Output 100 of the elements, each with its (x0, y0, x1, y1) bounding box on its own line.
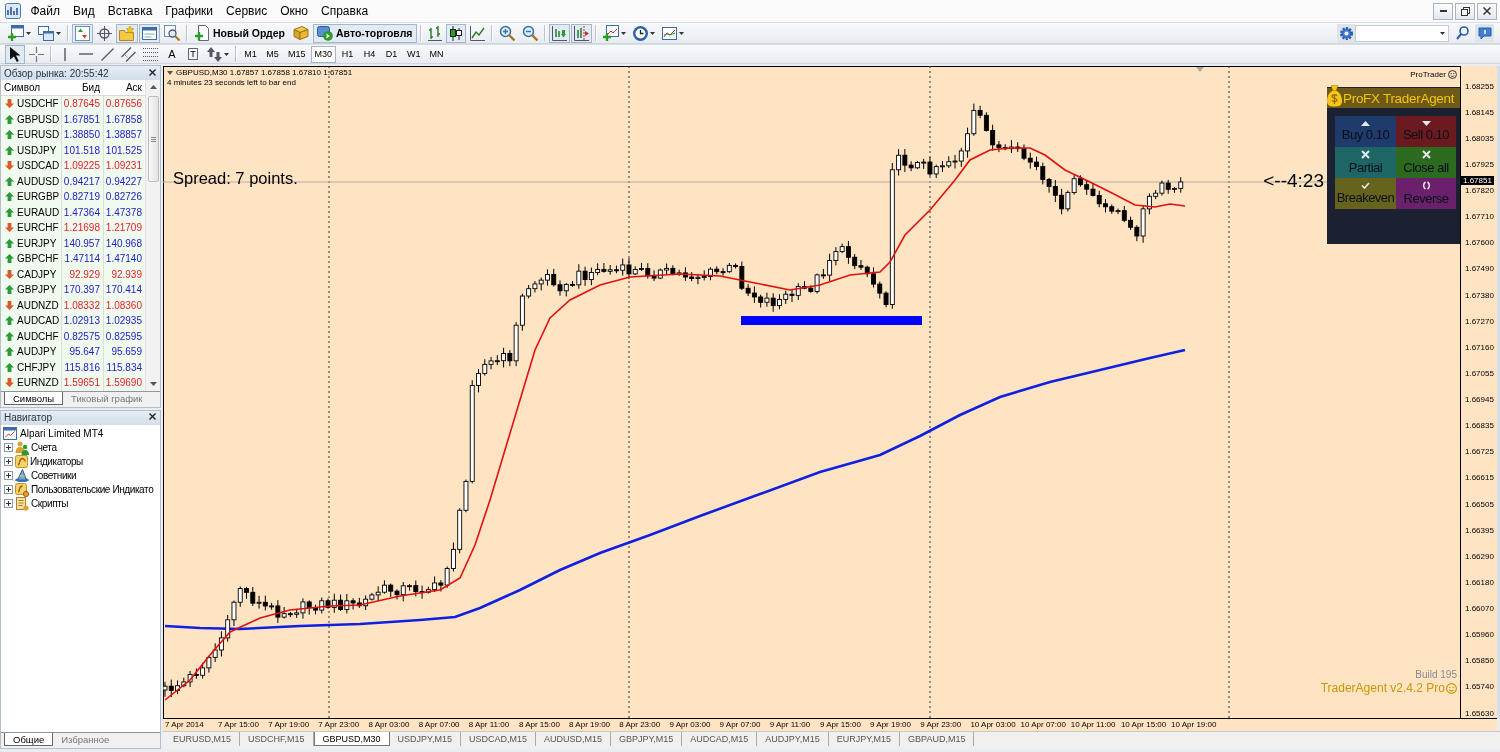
time-tick-label: 8 Apr 19:00 (569, 720, 611, 729)
symbol-name: USDJPY (17, 144, 57, 156)
pointed-hat-icon (15, 469, 29, 482)
timeframe-button[interactable]: H1 (337, 45, 359, 63)
panel-tab[interactable]: Символы (4, 391, 64, 405)
price-tick-label: 1.68035 (1464, 132, 1495, 144)
chart-shift-button[interactable] (571, 23, 593, 43)
quote-row[interactable]: GBPJPY 170.397 170.414 (1, 282, 145, 298)
close-button[interactable] (149, 413, 158, 422)
column-header[interactable]: Символ (1, 82, 61, 93)
timeframe-button[interactable]: W1 (403, 45, 425, 63)
quote-row[interactable]: USDCAD 1.09225 1.09231 (1, 158, 145, 174)
curve-tile-icon (15, 455, 28, 468)
timeframe-button[interactable]: M5 (262, 45, 283, 63)
quote-row[interactable]: GBPCHF 1.47114 1.47140 (1, 251, 145, 267)
timeframe-button[interactable]: M1 (240, 45, 261, 63)
price-tick-label: 1.68255 (1464, 80, 1495, 92)
tree-item[interactable]: Пользовательские Индикато (4, 482, 160, 497)
timeframe-button[interactable]: H4 (359, 45, 381, 63)
menu-item[interactable]: Файл (24, 1, 67, 21)
timeframe-button[interactable]: M30 (310, 45, 337, 63)
market-watch-button[interactable] (72, 23, 93, 43)
auto-trading-button[interactable]: Авто-торговля (313, 23, 418, 43)
tree-item[interactable]: Alpari Limited MT4 (3, 426, 160, 441)
quote-row[interactable]: EURUSD 1.38850 1.38857 (1, 127, 145, 143)
quote-row[interactable]: AUDJPY 95.647 95.659 (1, 344, 145, 360)
terminal-button[interactable] (139, 23, 160, 43)
chart-tab[interactable]: AUDJPY,M15 (757, 732, 829, 746)
timeframe-button[interactable]: D1 (381, 45, 403, 63)
timeframe-button[interactable]: M15 (284, 45, 310, 63)
scrollbar-thumb[interactable] (147, 96, 159, 182)
tree-item[interactable]: Счета (4, 440, 160, 455)
panel-tab[interactable]: Общие (4, 733, 54, 746)
price-tick-label: 1.66945 (1464, 394, 1495, 405)
menu-item[interactable]: Сервис (219, 1, 274, 21)
quote-row[interactable]: USDCHF 0.87645 0.87656 (1, 96, 145, 112)
menu-item[interactable]: Окно (273, 1, 315, 21)
candle-chart-button[interactable] (446, 23, 467, 43)
chart-tab[interactable]: GBPUSD,M30 (313, 732, 390, 746)
chart-tab[interactable]: USDCHF,M15 (240, 732, 314, 746)
menu-item[interactable]: Графики (158, 1, 220, 21)
crosshair-button[interactable] (26, 44, 47, 64)
quote-row[interactable]: AUDCAD 1.02913 1.02935 (1, 313, 145, 329)
data-window-button[interactable] (94, 23, 115, 43)
settings-button[interactable] (1337, 23, 1355, 43)
chart-tab[interactable]: GBPJPY,M15 (610, 732, 683, 746)
menu-item[interactable]: Вставка (101, 1, 159, 21)
cursor-button[interactable] (5, 44, 25, 64)
text-button[interactable]: A (162, 44, 182, 64)
chart-tab[interactable]: EURJPY,M15 (828, 732, 901, 746)
timeframe-button[interactable]: MN (425, 45, 448, 63)
time-tick-label: 7 Apr 2014 (165, 720, 204, 729)
circular-arrows-icon (1421, 181, 1431, 190)
auto-scroll-button[interactable] (549, 23, 571, 43)
chart-tab[interactable]: AUDUSD,M15 (535, 732, 611, 746)
quote-row[interactable]: EURCHF 1.21698 1.21709 (1, 220, 145, 236)
price-tick-label: 1.66290 (1464, 550, 1495, 562)
chat-button[interactable] (1475, 24, 1494, 42)
bid-price: 95.647 (61, 344, 103, 360)
panel-tab[interactable]: Тиковый график (63, 391, 151, 405)
chart-tab[interactable]: USDCAD,M15 (460, 732, 536, 746)
bid-price: 1.38850 (61, 127, 103, 143)
price-tick-label: 1.67925 (1464, 158, 1495, 170)
profiles-button[interactable] (35, 23, 64, 43)
new-chart-button[interactable] (5, 23, 34, 43)
chart-tab[interactable]: USDJPY,M15 (389, 732, 461, 746)
column-header[interactable]: Бид (61, 82, 103, 93)
price-tick-label: 1.67600 (1464, 237, 1495, 249)
symbol-name: GBPJPY (17, 284, 57, 296)
time-tick-label: 9 Apr 15:00 (819, 720, 861, 729)
quote-row[interactable]: EURNZD 1.59651 1.59690 (1, 375, 145, 391)
close-button[interactable] (149, 68, 158, 78)
tester-button[interactable] (161, 23, 183, 43)
time-tick-label: 10 Apr 03:00 (970, 720, 1016, 729)
crosshair-icon (29, 46, 44, 62)
tree-item[interactable]: Индикаторы (4, 454, 160, 469)
close-button[interactable] (1477, 2, 1497, 20)
panel-tab[interactable]: Избранное (53, 733, 118, 746)
text-label-button[interactable]: T (183, 44, 203, 64)
scrollbar[interactable] (145, 80, 160, 391)
grip-icon (150, 136, 156, 142)
new-order-button[interactable]: Новый Ордер (191, 23, 290, 43)
chart-tab[interactable]: GBPAUD,M15 (900, 732, 975, 746)
menu-item[interactable]: Вид (66, 1, 102, 21)
chart-tab[interactable]: AUDCAD,M15 (682, 732, 758, 746)
navigator-button[interactable] (116, 23, 138, 43)
minimize-button[interactable] (1433, 2, 1453, 20)
scroll-down-icon (149, 381, 157, 386)
column-header[interactable]: Аск (103, 82, 145, 93)
search-field[interactable] (1355, 24, 1449, 42)
search-button[interactable] (1453, 24, 1471, 42)
tree-item[interactable]: Советники (4, 468, 160, 483)
window-plus-icon (8, 25, 24, 41)
time-tick-label: 10 Apr 11:00 (1070, 720, 1116, 729)
quote-row[interactable]: EURGBP 0.82719 0.82726 (1, 189, 145, 205)
time-tick-label: 8 Apr 03:00 (368, 720, 410, 729)
tree-item[interactable]: Скрипты (4, 496, 160, 511)
menu-item[interactable]: Справка (314, 1, 375, 21)
chart-tab[interactable]: EURUSD,M15 (165, 732, 240, 746)
restore-button[interactable] (1455, 2, 1475, 20)
